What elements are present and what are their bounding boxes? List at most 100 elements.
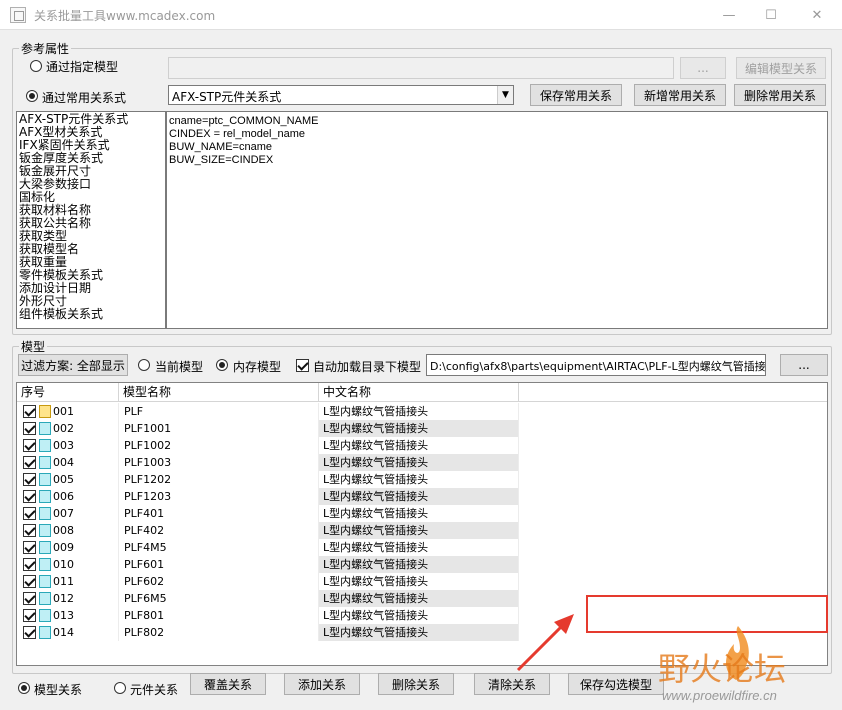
- cell-no: 004: [53, 454, 119, 471]
- directory-path-value: D:\config\afx8\parts\equipment\AIRTAC\PL…: [430, 360, 766, 373]
- radio-memory-model[interactable]: [216, 359, 228, 371]
- row-checkbox[interactable]: [23, 524, 36, 537]
- delete-relation-button[interactable]: 删除关系: [378, 673, 454, 695]
- row-checkbox[interactable]: [23, 439, 36, 452]
- radio-model-relation[interactable]: [18, 682, 30, 694]
- watermark-cn: 野火论坛: [658, 650, 787, 688]
- cell-model-name: PLF402: [119, 522, 319, 539]
- common-relation-combo[interactable]: AFX-STP元件关系式 ▼: [168, 85, 514, 105]
- row-checkbox[interactable]: [23, 626, 36, 639]
- row-checkbox[interactable]: [23, 592, 36, 605]
- relation-text-line: cname=ptc_COMMON_NAME: [169, 115, 319, 127]
- cell-model-name: PLF6M5: [119, 590, 319, 607]
- auto-load-checkbox[interactable]: [296, 359, 309, 372]
- row-checkbox[interactable]: [23, 541, 36, 554]
- part-icon: [39, 490, 51, 503]
- radio-memory-model-label: 内存模型: [233, 360, 282, 374]
- model-browse-button[interactable]: ...: [680, 57, 726, 79]
- relation-text-line: BUW_NAME=cname: [169, 141, 273, 153]
- cell-chinese-name: L型内螺纹气管插接头: [319, 522, 519, 539]
- cell-no: 006: [53, 488, 119, 505]
- cell-no: 002: [53, 420, 119, 437]
- table-row[interactable]: 004 PLF1003 L型内螺纹气管插接头: [17, 454, 827, 471]
- radio-part-relation[interactable]: [114, 682, 126, 694]
- cell-chinese-name: L型内螺纹气管插接头: [319, 607, 519, 624]
- cell-no: 001: [53, 403, 119, 420]
- cell-chinese-name: L型内螺纹气管插接头: [319, 420, 519, 437]
- radio-current-model-label: 当前模型: [155, 360, 204, 374]
- cell-model-name: PLF1202: [119, 471, 319, 488]
- table-row[interactable]: 005 PLF1202 L型内螺纹气管插接头: [17, 471, 827, 488]
- part-icon: [39, 507, 51, 520]
- relation-listbox[interactable]: AFX-STP元件关系式 AFX型材关系式 IFX紧固件关系式 钣金厚度关系式 钣金展开…: [16, 111, 166, 329]
- cell-no: 008: [53, 522, 119, 539]
- cell-model-name: PLF602: [119, 573, 319, 590]
- add-relation-button[interactable]: 添加关系: [284, 673, 360, 695]
- row-checkbox[interactable]: [23, 456, 36, 469]
- dir-browse-button[interactable]: ...: [780, 354, 828, 376]
- minimize-button[interactable]: —: [706, 0, 752, 30]
- edit-model-relation-button[interactable]: 编辑模型关系: [736, 57, 826, 79]
- col-header-name[interactable]: 模型名称: [119, 383, 319, 402]
- table-row[interactable]: 007 PLF401 L型内螺纹气管插接头: [17, 505, 827, 522]
- col-header-no[interactable]: 序号: [17, 383, 119, 402]
- row-checkbox[interactable]: [23, 558, 36, 571]
- filter-scheme-button[interactable]: 过滤方案: 全部显示: [18, 354, 128, 376]
- cell-chinese-name: L型内螺纹气管插接头: [319, 437, 519, 454]
- row-checkbox[interactable]: [23, 575, 36, 588]
- directory-path-input[interactable]: D:\config\afx8\parts\equipment\AIRTAC\PL…: [426, 354, 766, 376]
- radio-by-common[interactable]: [26, 90, 38, 102]
- close-button[interactable]: ✕: [794, 0, 840, 30]
- row-checkbox[interactable]: [23, 507, 36, 520]
- cell-model-name: PLF: [119, 403, 319, 420]
- part-icon: [39, 473, 51, 486]
- chevron-down-icon[interactable]: ▼: [497, 86, 513, 104]
- col-header-cn[interactable]: 中文名称: [319, 383, 519, 402]
- table-row[interactable]: 009 PLF4M5 L型内螺纹气管插接头: [17, 539, 827, 556]
- radio-by-model[interactable]: [30, 60, 42, 72]
- cell-model-name: PLF401: [119, 505, 319, 522]
- table-row[interactable]: 003 PLF1002 L型内螺纹气管插接头: [17, 437, 827, 454]
- row-checkbox[interactable]: [23, 473, 36, 486]
- row-checkbox[interactable]: [23, 490, 36, 503]
- part-icon: [39, 439, 51, 452]
- part-icon: [39, 541, 51, 554]
- annotation-arrow-icon: [516, 614, 574, 672]
- row-checkbox[interactable]: [23, 422, 36, 435]
- row-checkbox[interactable]: [23, 405, 36, 418]
- cell-model-name: PLF1003: [119, 454, 319, 471]
- table-row[interactable]: 001 PLF L型内螺纹气管插接头: [17, 403, 827, 420]
- part-icon: [39, 422, 51, 435]
- part-icon: [39, 592, 51, 605]
- table-row[interactable]: 008 PLF402 L型内螺纹气管插接头: [17, 522, 827, 539]
- relation-list-item[interactable]: 组件模板关系式: [19, 308, 163, 321]
- annotation-red-box: [586, 595, 828, 633]
- cell-no: 010: [53, 556, 119, 573]
- table-row[interactable]: 002 PLF1001 L型内螺纹气管插接头: [17, 420, 827, 437]
- maximize-button[interactable]: ☐: [748, 0, 794, 30]
- row-checkbox[interactable]: [23, 609, 36, 622]
- app-icon: [10, 7, 26, 23]
- table-row[interactable]: 010 PLF601 L型内螺纹气管插接头: [17, 556, 827, 573]
- relation-text-line: CINDEX = rel_model_name: [169, 128, 306, 140]
- model-legend: 模型: [21, 340, 46, 354]
- table-row[interactable]: 011 PLF602 L型内螺纹气管插接头: [17, 573, 827, 590]
- cell-no: 011: [53, 573, 119, 590]
- model-path-input[interactable]: [168, 57, 674, 79]
- relation-textarea[interactable]: cname=ptc_COMMON_NAME CINDEX = rel_model_…: [166, 111, 828, 329]
- cell-model-name: PLF4M5: [119, 539, 319, 556]
- radio-current-model[interactable]: [138, 359, 150, 371]
- clear-relation-button[interactable]: 清除关系: [474, 673, 550, 695]
- ref-props-legend: 参考属性: [21, 42, 70, 56]
- part-icon: [39, 575, 51, 588]
- cell-chinese-name: L型内螺纹气管插接头: [319, 556, 519, 573]
- cell-model-name: PLF802: [119, 624, 319, 641]
- new-common-button[interactable]: 新增常用关系: [634, 84, 726, 106]
- overwrite-relation-button[interactable]: 覆盖关系: [190, 673, 266, 695]
- combo-value: AFX-STP元件关系式: [172, 90, 282, 104]
- table-row[interactable]: 006 PLF1203 L型内螺纹气管插接头: [17, 488, 827, 505]
- save-common-button[interactable]: 保存常用关系: [530, 84, 622, 106]
- cell-no: 007: [53, 505, 119, 522]
- delete-common-button[interactable]: 删除常用关系: [734, 84, 826, 106]
- cell-chinese-name: L型内螺纹气管插接头: [319, 403, 519, 420]
